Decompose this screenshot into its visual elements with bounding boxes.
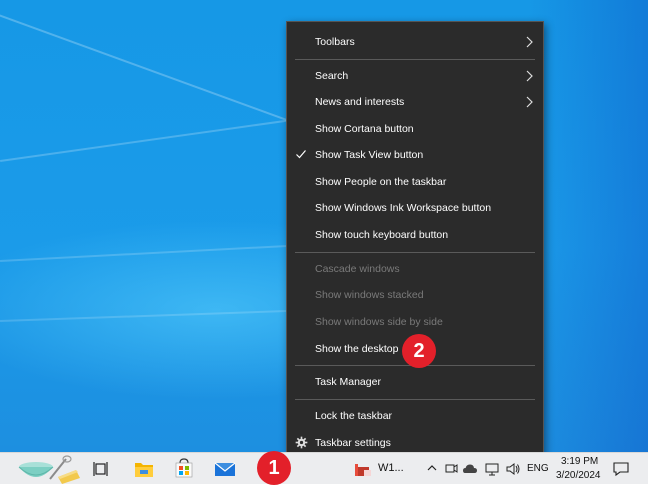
menu-item-label: Taskbar settings	[315, 437, 391, 449]
menu-item-label: Search	[315, 70, 349, 82]
menu-item-show-windows-ink[interactable]: Show Windows Ink Workspace button	[287, 195, 543, 221]
taskbar[interactable]: 1 W1... ENG 3:19 PM 3/20/2024	[0, 451, 648, 485]
menu-item-toolbars[interactable]: Toolbars	[287, 29, 543, 55]
menu-item-label: Show Cortana button	[315, 123, 414, 135]
menu-item-label: News and interests	[315, 96, 405, 108]
menu-item-label: Toolbars	[315, 36, 355, 48]
search-decoration-icon[interactable]	[14, 453, 84, 485]
menu-item-show-people[interactable]: Show People on the taskbar	[287, 169, 543, 195]
file-explorer-icon[interactable]	[133, 453, 155, 485]
mail-icon[interactable]	[213, 453, 237, 485]
menu-item-show-touch-keyboard[interactable]: Show touch keyboard button	[287, 222, 543, 248]
step-1-badge: 1	[257, 451, 291, 485]
menu-separator	[295, 252, 535, 253]
menu-item-label: Show touch keyboard button	[315, 229, 449, 241]
menu-item-show-task-view-button[interactable]: Show Task View button	[287, 142, 543, 168]
menu-item-label: Lock the taskbar	[315, 410, 393, 422]
taskbar-context-menu: Toolbars Search News and interests Show …	[286, 21, 544, 462]
language-indicator[interactable]: ENG	[527, 463, 549, 474]
chevron-right-icon	[526, 70, 533, 82]
menu-item-show-windows-stacked: Show windows stacked	[287, 282, 543, 308]
network-icon[interactable]	[484, 461, 500, 477]
menu-item-label: Show Windows Ink Workspace button	[315, 202, 492, 214]
folder-icon	[135, 463, 153, 477]
gear-icon	[295, 436, 308, 449]
clock-time[interactable]: 3:19 PM	[561, 456, 598, 467]
microsoft-store-icon[interactable]	[173, 453, 195, 485]
task-view-icon[interactable]	[90, 453, 112, 485]
volume-icon[interactable]	[505, 461, 521, 477]
app-icon	[355, 464, 371, 476]
chevron-up-icon[interactable]	[426, 462, 438, 474]
step-2-badge: 2	[402, 334, 436, 368]
menu-item-task-manager[interactable]: Task Manager	[287, 369, 543, 395]
menu-item-show-cortana-button[interactable]: Show Cortana button	[287, 116, 543, 142]
notifications-icon[interactable]	[612, 461, 630, 477]
chevron-right-icon	[526, 96, 533, 108]
menu-item-label: Show windows side by side	[315, 316, 443, 328]
meet-now-icon[interactable]	[444, 462, 458, 476]
menu-item-label: Show the desktop	[315, 343, 399, 355]
chevron-right-icon	[526, 36, 533, 48]
checkmark-icon	[296, 150, 306, 159]
menu-item-search[interactable]: Search	[287, 63, 543, 89]
running-app-button[interactable]: W1...	[352, 453, 412, 485]
running-app-label: W1...	[378, 462, 404, 474]
menu-item-label: Task Manager	[315, 376, 381, 388]
menu-item-label: Show windows stacked	[315, 289, 424, 301]
menu-item-show-windows-side-by-side: Show windows side by side	[287, 309, 543, 335]
wallpaper-shade	[528, 0, 648, 452]
weather-icon[interactable]	[462, 462, 478, 476]
menu-item-label: Show People on the taskbar	[315, 176, 447, 188]
search-doodle-icon	[18, 455, 80, 484]
store-bag-icon	[175, 458, 193, 478]
menu-item-label: Show Task View button	[315, 149, 424, 161]
menu-item-news-and-interests[interactable]: News and interests	[287, 89, 543, 115]
menu-item-lock-the-taskbar[interactable]: Lock the taskbar	[287, 403, 543, 429]
task-view-glyph-icon	[93, 462, 108, 476]
envelope-icon	[214, 462, 236, 476]
clock-date[interactable]: 3/20/2024	[556, 470, 601, 481]
menu-item-cascade-windows: Cascade windows	[287, 256, 543, 282]
menu-separator	[295, 59, 535, 60]
menu-separator	[295, 399, 535, 400]
menu-item-label: Cascade windows	[315, 263, 400, 275]
